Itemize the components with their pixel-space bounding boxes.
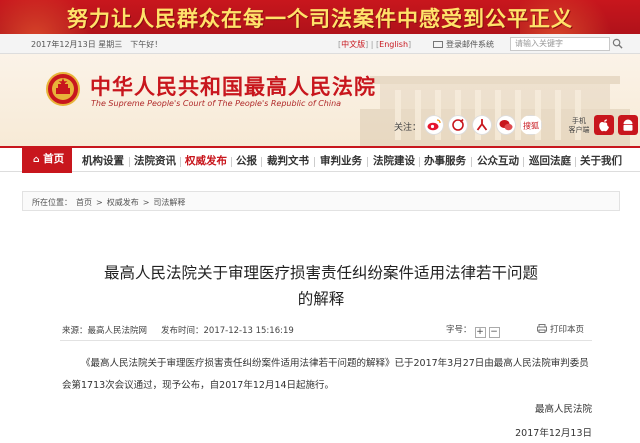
signature-org: 最高人民法院: [534, 404, 592, 415]
search-icon[interactable]: [612, 38, 623, 49]
people-icon[interactable]: [472, 115, 492, 135]
nav-divider: [180, 157, 181, 167]
nav-divider: [261, 157, 262, 167]
slogan-banner: 努力让人民群众在每一个司法案件中感受到公平正义: [0, 0, 640, 34]
nav-item-home[interactable]: ⌂ 首页: [22, 146, 72, 173]
article-body: 《最高人民法院关于审理医疗损害责任纠纷案件适用法律若干问题的解释》已于2017年…: [62, 358, 589, 391]
nav-item-trial-business[interactable]: 审判业务: [320, 151, 362, 171]
nav-item-services[interactable]: 办事服务: [424, 151, 466, 171]
article: 最高人民法院关于审理医疗损害责任纠纷案件适用法律若干问题 的解释 来源：最高人民…: [22, 221, 620, 443]
breadcrumb-sep: >: [96, 198, 103, 207]
nav-item-court-news[interactable]: 法院资讯: [134, 151, 176, 171]
breadcrumb-label: 所在位置：: [32, 198, 72, 207]
weibo-2-icon[interactable]: [448, 115, 468, 135]
national-emblem-icon: [46, 72, 80, 106]
nav-divider: [523, 157, 524, 167]
nav-divider: [231, 157, 232, 167]
breadcrumb-sep: >: [142, 198, 150, 207]
language-switch: [中文版] | [English]: [338, 40, 412, 49]
nav-item-public-interaction[interactable]: 公众互动: [477, 151, 519, 171]
article-time: 发布时间：2017-12-13 15:16:19: [161, 326, 294, 336]
sohu-icon[interactable]: 搜狐: [520, 115, 542, 135]
android-icon[interactable]: [618, 115, 638, 135]
main-nav: ⌂ 首页 机构设置 法院资讯 权威发布 公报 裁判文书 审判业务 法院建设 办事…: [0, 146, 640, 173]
nav-item-gazette[interactable]: 公报: [236, 151, 257, 171]
article-source: 来源：最高人民法院网: [62, 326, 148, 336]
breadcrumb: 所在位置： 首页 > 权威发布 > 司法解释: [22, 191, 620, 211]
divider: [60, 340, 592, 341]
mobile-label-2: 客户端: [568, 126, 590, 134]
date-text: 2017年12月13日 星期三 下午好！: [31, 40, 163, 49]
article-title-line-2: 的解释: [297, 290, 345, 308]
follow-bar: 关注： 搜狐 手机 客户端: [386, 115, 640, 137]
svg-text:搜狐: 搜狐: [523, 121, 539, 131]
nav-item-authority-release[interactable]: 权威发布: [185, 151, 227, 171]
mail-icon: [433, 41, 443, 48]
site-title[interactable]: 中华人民共和国最高人民法院: [90, 71, 376, 101]
breadcrumb-item-home[interactable]: 首页: [76, 198, 92, 207]
nav-divider: [367, 157, 368, 167]
slogan-text: 努力让人民群众在每一个司法案件中感受到公平正义: [67, 7, 573, 31]
wechat-icon[interactable]: [496, 115, 516, 135]
nav-divider: [419, 157, 420, 167]
nav-item-about-us[interactable]: 关于我们: [580, 151, 622, 171]
lang-english-link[interactable]: English: [379, 40, 408, 49]
font-size-label: 字号：: [446, 325, 472, 335]
nav-item-court-construction[interactable]: 法院建设: [373, 151, 415, 171]
mobile-client-link[interactable]: 手机 客户端: [564, 115, 594, 137]
search-input[interactable]: 请输入关键字: [510, 37, 610, 51]
font-increase-button[interactable]: +: [474, 327, 486, 338]
nav-item-circuit-court[interactable]: 巡回法庭: [529, 151, 571, 171]
print-label: 打印本页: [550, 325, 585, 335]
print-icon: [537, 324, 547, 333]
article-meta: 来源：最高人民法院网 发布时间：2017-12-13 15:16:19: [62, 324, 308, 336]
nav-divider: [471, 157, 472, 167]
article-title-line-1: 最高人民法院关于审理医疗损害责任纠纷案件适用法律若干问题: [103, 264, 538, 282]
mobile-label-1: 手机: [572, 117, 586, 125]
font-decrease-button[interactable]: −: [488, 327, 500, 338]
print-link[interactable]: 打印本页: [537, 323, 584, 335]
font-size-tools: 字号： + −: [446, 323, 500, 338]
nav-divider: [314, 157, 315, 167]
lang-chinese-link[interactable]: 中文版: [341, 40, 365, 49]
login-label: 登录邮件系统: [446, 40, 494, 49]
nav-item-judgments[interactable]: 裁判文书: [267, 151, 309, 171]
breadcrumb-item-judicial-interpretation[interactable]: 司法解释: [153, 198, 185, 207]
site-subtitle: The Supreme People's Court of The People…: [91, 99, 342, 108]
weibo-icon[interactable]: [424, 115, 444, 135]
apple-icon[interactable]: [594, 115, 614, 135]
top-bar: 2017年12月13日 星期三 下午好！ [中文版] | [English] 登…: [0, 34, 640, 54]
nav-label: 首页: [43, 153, 65, 165]
nav-item-organization[interactable]: 机构设置: [82, 151, 124, 171]
login-mail-link[interactable]: 登录邮件系统: [433, 39, 494, 50]
breadcrumb-item-authority-release[interactable]: 权威发布: [107, 198, 139, 207]
signature-date: 2017年12月13日: [515, 428, 592, 439]
nav-divider: [575, 157, 576, 167]
nav-divider: [129, 157, 130, 167]
home-icon: ⌂: [33, 155, 40, 165]
follow-label: 关注：: [394, 123, 422, 133]
